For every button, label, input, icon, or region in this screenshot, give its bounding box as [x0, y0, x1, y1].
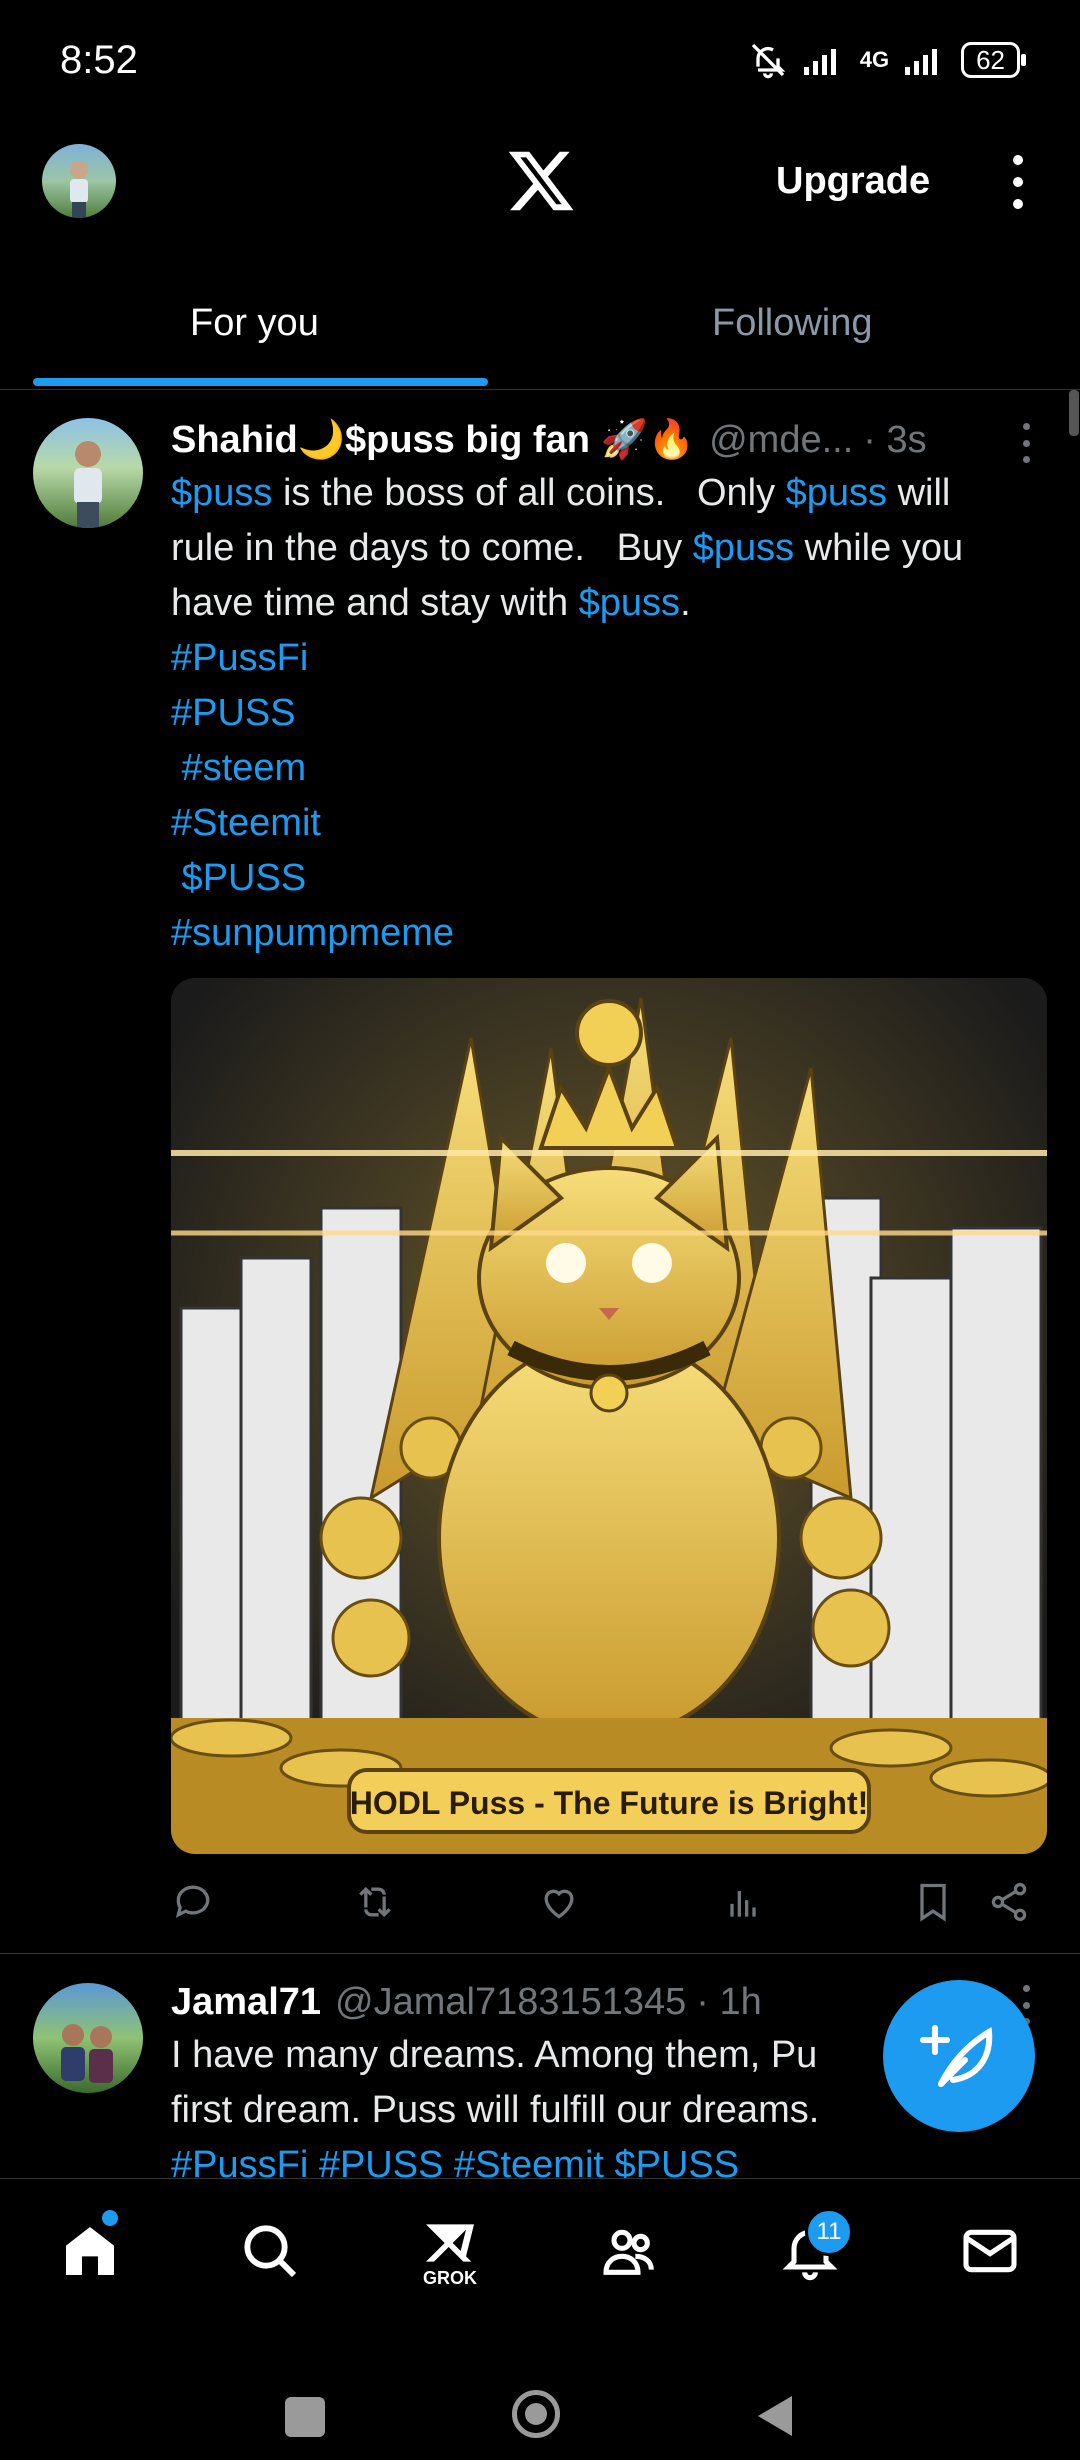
hashtag-link[interactable]: $puss: [786, 472, 887, 514]
tweet-text-line: #Steemit: [171, 796, 1051, 851]
tweet-text-line: $PUSS: [171, 851, 1051, 906]
hashtag-link[interactable]: #Steemit: [171, 802, 321, 844]
compose-post-button[interactable]: [883, 1980, 1035, 2132]
messages-icon[interactable]: [958, 2219, 1022, 2283]
back-button[interactable]: [756, 2394, 796, 2443]
tweet-text-span: have time and stay with: [171, 582, 579, 624]
home-icon[interactable]: [58, 2219, 122, 2283]
battery-indicator: 62: [961, 42, 1026, 78]
bottom-navigation: GROK: [0, 2178, 1080, 2329]
tweet-text-line: #sunpumpmeme: [171, 906, 1051, 961]
recents-button[interactable]: [285, 2397, 325, 2437]
network-type: 4G: [859, 47, 890, 72]
tweet-text-span: is the boss of all coins. Only: [272, 472, 786, 514]
tweet-author-name[interactable]: Jamal71: [171, 1981, 321, 2024]
bookmark-icon[interactable]: [911, 1880, 955, 1924]
tweet-text-span: while you: [794, 527, 964, 569]
tweet-header: Shahid🌙$puss big fan 🚀🔥 @mde... · 3s: [171, 412, 1031, 468]
hashtag-link[interactable]: $puss: [693, 527, 794, 569]
tweet-author-handle[interactable]: @mde...: [709, 419, 853, 462]
system-navigation: [0, 2330, 1080, 2460]
tweet-more-icon[interactable]: [1020, 423, 1032, 463]
scrollbar[interactable]: [1069, 390, 1079, 436]
tweet-text-line: $puss is the boss of all coins. Only $pu…: [171, 466, 1051, 521]
status-icons: 4G 62: [748, 40, 1026, 80]
home-system-button[interactable]: [512, 2390, 560, 2438]
tab-indicator: [33, 378, 488, 386]
hashtag-link[interactable]: #PUSS: [171, 692, 296, 734]
tweet-text-span: I have many dreams. Among them, Pu: [171, 2034, 818, 2076]
tabs-divider: [0, 389, 1080, 390]
tweet-text-span: will: [887, 472, 951, 514]
tab-following[interactable]: Following: [712, 302, 873, 345]
home-new-dot: [102, 2210, 118, 2226]
tweet-text-line: #PussFi: [171, 631, 1051, 686]
tweet-author-name[interactable]: Shahid🌙$puss big fan 🚀🔥: [171, 418, 695, 462]
media-caption: HODL Puss - The Future is Bright!: [350, 1785, 869, 1821]
tweet-time[interactable]: · 1h: [696, 1981, 761, 2024]
tweet-author-avatar[interactable]: [33, 1983, 143, 2093]
tab-for-you[interactable]: For you: [190, 302, 319, 345]
hashtag-link[interactable]: #PussFi: [171, 637, 308, 679]
reply-icon[interactable]: [171, 1880, 215, 1924]
tweet-media-image[interactable]: HODL Puss - The Future is Bright!: [171, 978, 1047, 1854]
tweet-text-span: first dream. Puss will fulfill our dream…: [171, 2089, 820, 2131]
mute-bell-icon: [751, 43, 786, 79]
grok-label: GROK: [423, 2268, 477, 2288]
tweet-text-span: .: [680, 582, 691, 624]
like-icon[interactable]: [537, 1880, 581, 1924]
hashtag-link[interactable]: #steem: [171, 747, 307, 789]
tweet-text-span: rule in the days to come. Buy: [171, 527, 693, 569]
search-icon[interactable]: [238, 2219, 302, 2283]
signal-icon-2: [905, 49, 938, 75]
tweet-text: $puss is the boss of all coins. Only $pu…: [171, 466, 1051, 961]
hashtag-link[interactable]: $PUSS: [171, 857, 307, 899]
tweet-author-handle[interactable]: @Jamal7183151345: [335, 1981, 686, 2024]
upgrade-button[interactable]: Upgrade: [776, 160, 930, 203]
profile-avatar[interactable]: [42, 144, 116, 218]
tweet-text-line: rule in the days to come. Buy $puss whil…: [171, 521, 1051, 576]
tweet-header: Jamal71 @Jamal7183151345 · 1h: [171, 1974, 891, 2030]
tweet-text-line: #steem: [171, 741, 1051, 796]
tweet-text-line: #PussFi #PUSS #Steemit $PUSS: [171, 2138, 1051, 2178]
signal-icon: [803, 49, 836, 75]
repost-icon[interactable]: [353, 1880, 397, 1924]
hashtag-link[interactable]: #PussFi #PUSS #Steemit $PUSS: [171, 2144, 739, 2178]
notifications-badge: 11: [805, 2208, 853, 2256]
tweet-time[interactable]: · 3s: [863, 419, 926, 462]
tweet-text-line: #PUSS: [171, 686, 1051, 741]
tweet-divider: [0, 1953, 1080, 1954]
views-icon[interactable]: [721, 1880, 765, 1924]
x-logo-icon: [505, 145, 577, 217]
grok-icon[interactable]: GROK: [418, 2219, 482, 2288]
tweet-text-line: have time and stay with $puss.: [171, 576, 1051, 631]
status-time: 8:52: [60, 38, 138, 82]
compose-feather-icon: [920, 2025, 993, 2087]
tweet-author-avatar[interactable]: [33, 418, 143, 528]
more-options-icon[interactable]: [1008, 155, 1028, 209]
communities-icon[interactable]: [598, 2219, 662, 2283]
hashtag-link[interactable]: $puss: [579, 582, 680, 624]
tweet-actions: [171, 1880, 1031, 1924]
hashtag-link[interactable]: #sunpumpmeme: [171, 912, 454, 954]
share-icon[interactable]: [987, 1880, 1031, 1924]
hashtag-link[interactable]: $puss: [171, 472, 272, 514]
